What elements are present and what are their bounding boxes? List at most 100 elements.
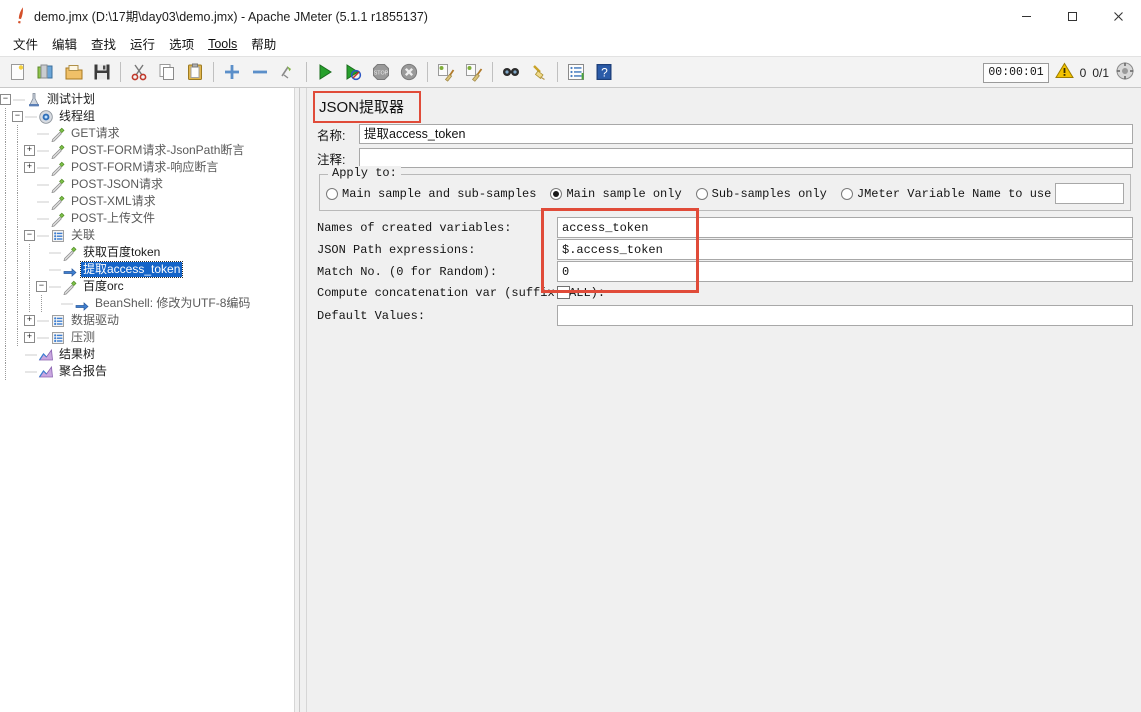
names-of-created-variables-input[interactable]: access_token (557, 217, 1133, 238)
radio-jmeter-variable[interactable]: JMeter Variable Name to use (840, 183, 1124, 204)
main-content: − 测试计划 − 线程组 GET请求 + POST-FORM请求-JsonPath断言 + PO… (0, 88, 1141, 712)
tree-indent-guide (12, 295, 24, 312)
default-values-label: Default Values: (317, 308, 426, 323)
menu-help[interactable]: 帮助 (244, 32, 283, 55)
tree-expand-icon[interactable]: + (24, 162, 35, 173)
help-icon[interactable]: ? (590, 58, 618, 86)
tree-indent-guide (12, 176, 24, 193)
tree-connector (25, 349, 37, 360)
tree-node[interactable]: GET请求 (0, 125, 294, 142)
default-values-input[interactable] (557, 305, 1133, 326)
radio-main-and-sub[interactable]: Main sample and sub-samples (326, 187, 536, 201)
tree-node[interactable]: + POST-FORM请求-响应断言 (0, 159, 294, 176)
tree-collapse-icon[interactable]: − (24, 230, 35, 241)
jmeter-window: demo.jmx (D:\17期\day03\demo.jmx) - Apach… (0, 0, 1141, 712)
tree-node[interactable]: + 数据驱动 (0, 312, 294, 329)
menu-edit[interactable]: 编辑 (45, 32, 84, 55)
tree-connector (61, 298, 73, 309)
tree-node[interactable]: + 压测 (0, 329, 294, 346)
start-icon[interactable] (311, 58, 339, 86)
clear-icon[interactable] (432, 58, 460, 86)
tree-toggle-spacer (48, 298, 59, 309)
warning-triangle-icon[interactable] (1054, 62, 1074, 84)
tree-node[interactable]: POST-上传文件 (0, 210, 294, 227)
shutdown-icon[interactable] (395, 58, 423, 86)
page-title: JSON提取器 (319, 98, 405, 116)
tree-node[interactable]: − 测试计划 (0, 91, 294, 108)
tree-node[interactable]: BeanShell: 修改为UTF-8编码 (0, 295, 294, 312)
tree-node[interactable]: − 线程组 (0, 108, 294, 125)
open-icon[interactable] (60, 58, 88, 86)
templates-icon[interactable] (32, 58, 60, 86)
sampler-icon (49, 143, 66, 159)
function-helper-icon[interactable] (562, 58, 590, 86)
menu-tools[interactable]: Tools (201, 35, 244, 53)
new-test-plan-icon[interactable] (4, 58, 32, 86)
tree-expand-icon[interactable]: + (24, 315, 35, 326)
title-bar: demo.jmx (D:\17期\day03\demo.jmx) - Apach… (0, 0, 1141, 32)
match-no-input[interactable]: 0 (557, 261, 1133, 282)
json-extractor-panel: JSON提取器 名称: 提取access_token 注释: Apply to: (307, 88, 1141, 712)
tree-node[interactable]: 获取百度token (0, 244, 294, 261)
tree-node[interactable]: − 百度orc (0, 278, 294, 295)
clear-all-icon[interactable] (460, 58, 488, 86)
pane-splitter[interactable] (294, 88, 307, 712)
tree-indent-guide (12, 329, 24, 346)
tree-collapse-icon[interactable]: − (0, 94, 11, 105)
tree-node[interactable]: 聚合报告 (0, 363, 294, 380)
comment-input[interactable] (359, 148, 1133, 168)
name-input[interactable]: 提取access_token (359, 124, 1133, 144)
collapse-all-icon[interactable] (246, 58, 274, 86)
tree-connector (37, 145, 49, 156)
minimize-button[interactable] (1003, 0, 1049, 32)
start-no-timers-icon[interactable] (339, 58, 367, 86)
tree-toggle-spacer (24, 196, 35, 207)
tree-node-label: POST-FORM请求-响应断言 (71, 160, 219, 174)
compute-concatenation-checkbox[interactable] (557, 286, 570, 299)
paste-icon[interactable] (181, 58, 209, 86)
tree-node[interactable]: − 关联 (0, 227, 294, 244)
tree-node-label: 百度orc (83, 279, 124, 293)
maximize-button[interactable] (1049, 0, 1095, 32)
tree-node[interactable]: POST-JSON请求 (0, 176, 294, 193)
close-button[interactable] (1095, 0, 1141, 32)
search-icon[interactable] (497, 58, 525, 86)
json-extractor-form: 名称: 提取access_token 注释: Apply to: Main sa… (307, 124, 1141, 326)
toggle-icon[interactable] (274, 58, 302, 86)
tree-node[interactable]: 结果树 (0, 346, 294, 363)
tree-indent-guide (24, 261, 36, 278)
names-of-created-variables-row: Names of created variables: access_token (317, 217, 1133, 238)
reset-search-icon[interactable] (525, 58, 553, 86)
tree-node-label: POST-JSON请求 (71, 177, 164, 191)
cut-icon[interactable] (125, 58, 153, 86)
menu-file[interactable]: 文件 (6, 32, 45, 55)
gc-run-icon[interactable] (1115, 61, 1135, 86)
radio-jmeter-variable-label: JMeter Variable Name to use (856, 186, 1052, 201)
menu-options[interactable]: 选项 (162, 32, 201, 55)
tree-node[interactable]: + POST-FORM请求-JsonPath断言 (0, 142, 294, 159)
tree-node-label: 获取百度token (83, 245, 161, 259)
copy-icon[interactable] (153, 58, 181, 86)
test-plan-tree[interactable]: − 测试计划 − 线程组 GET请求 + POST-FORM请求-JsonPath断言 + PO… (0, 91, 294, 380)
radio-main-only[interactable]: Main sample only (550, 187, 682, 201)
stop-icon[interactable]: STOP (367, 58, 395, 86)
expand-all-icon[interactable] (218, 58, 246, 86)
menu-search[interactable]: 查找 (84, 32, 123, 55)
test-plan-tree-pane[interactable]: − 测试计划 − 线程组 GET请求 + POST-FORM请求-JsonPath断言 + PO… (0, 88, 294, 712)
tree-node-label: 聚合报告 (59, 364, 108, 378)
jmeter-variable-input[interactable] (1055, 183, 1124, 204)
tree-collapse-icon[interactable]: − (36, 281, 47, 292)
menu-run[interactable]: 运行 (123, 32, 162, 55)
radio-sub-only[interactable]: Sub-samples only (695, 187, 827, 201)
tree-node[interactable]: POST-XML请求 (0, 193, 294, 210)
tree-node[interactable]: 提取access_token (0, 261, 294, 278)
toolbar-separator (120, 62, 121, 82)
tree-collapse-icon[interactable]: − (12, 111, 23, 122)
comment-row: 注释: (317, 148, 1133, 168)
sampler-icon (49, 211, 66, 227)
json-path-expressions-input[interactable]: $.access_token (557, 239, 1133, 260)
tree-expand-icon[interactable]: + (24, 332, 35, 343)
tree-expand-icon[interactable]: + (24, 145, 35, 156)
controller-icon (49, 330, 66, 346)
save-icon[interactable] (88, 58, 116, 86)
